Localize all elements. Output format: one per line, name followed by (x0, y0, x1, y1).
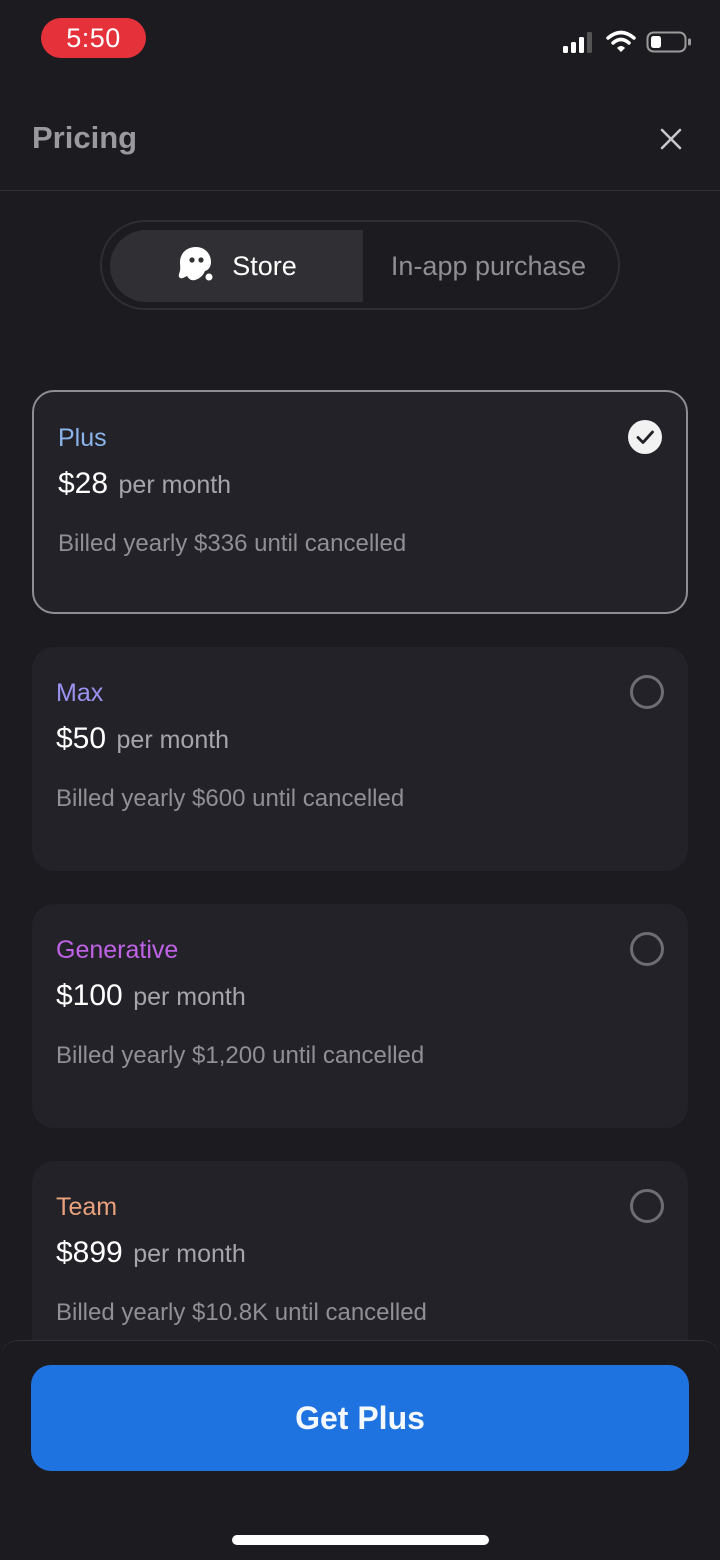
plan-price: $50 per month (56, 722, 229, 756)
price-unit: per month (118, 471, 232, 499)
radio-unchecked[interactable] (630, 1189, 664, 1223)
plan-billing: Billed yearly $336 until cancelled (58, 530, 407, 557)
price-amount: $100 (56, 979, 123, 1012)
ghost-icon (176, 245, 216, 288)
plan-name: Generative (56, 936, 179, 964)
purchase-source-toggle: Store In-app purchase (100, 220, 620, 310)
header: Pricing (0, 90, 720, 191)
plan-card-plus[interactable]: Plus $28 per month Billed yearly $336 un… (32, 390, 688, 614)
status-time: 5:50 (41, 18, 146, 58)
tab-store-label: Store (232, 250, 297, 281)
price-amount: $28 (58, 467, 109, 500)
plan-billing: Billed yearly $600 until cancelled (56, 785, 405, 812)
status-bar: 5:50 (0, 0, 720, 80)
signal-icon (562, 30, 596, 59)
close-icon (660, 128, 682, 150)
plan-billing: Billed yearly $10.8K until cancelled (56, 1299, 427, 1326)
price-unit: per month (133, 1240, 246, 1268)
tab-store[interactable]: Store (110, 230, 363, 302)
home-indicator[interactable] (232, 1535, 489, 1545)
pricing-screen: 5:50 Pricing Store In-app purchase Plus … (0, 0, 720, 1560)
radio-unchecked[interactable] (630, 675, 664, 709)
radio-checked[interactable] (628, 420, 662, 454)
plan-price: $28 per month (58, 467, 231, 501)
status-icons (562, 30, 692, 58)
wifi-icon (606, 30, 636, 59)
page-title: Pricing (32, 120, 138, 155)
radio-unchecked[interactable] (630, 932, 664, 966)
tab-in-app-purchase[interactable]: In-app purchase (363, 230, 614, 302)
plan-card-max[interactable]: Max $50 per month Billed yearly $600 unt… (32, 647, 688, 871)
price-amount: $50 (56, 722, 107, 755)
plan-price: $899 per month (56, 1236, 246, 1270)
price-amount: $899 (56, 1236, 123, 1269)
plan-name: Max (56, 679, 104, 707)
bottom-action-bar: Get Plus (0, 1340, 720, 1560)
price-unit: per month (116, 726, 230, 754)
price-unit: per month (133, 983, 246, 1011)
plan-name: Plus (58, 424, 107, 452)
checkmark-icon (636, 430, 654, 444)
plan-card-generative[interactable]: Generative $100 per month Billed yearly … (32, 904, 688, 1128)
close-button[interactable] (656, 124, 686, 154)
get-plus-button[interactable]: Get Plus (31, 1365, 689, 1471)
plan-billing: Billed yearly $1,200 until cancelled (56, 1042, 425, 1069)
plan-name: Team (56, 1193, 118, 1221)
plan-price: $100 per month (56, 979, 246, 1013)
battery-icon (646, 30, 692, 59)
